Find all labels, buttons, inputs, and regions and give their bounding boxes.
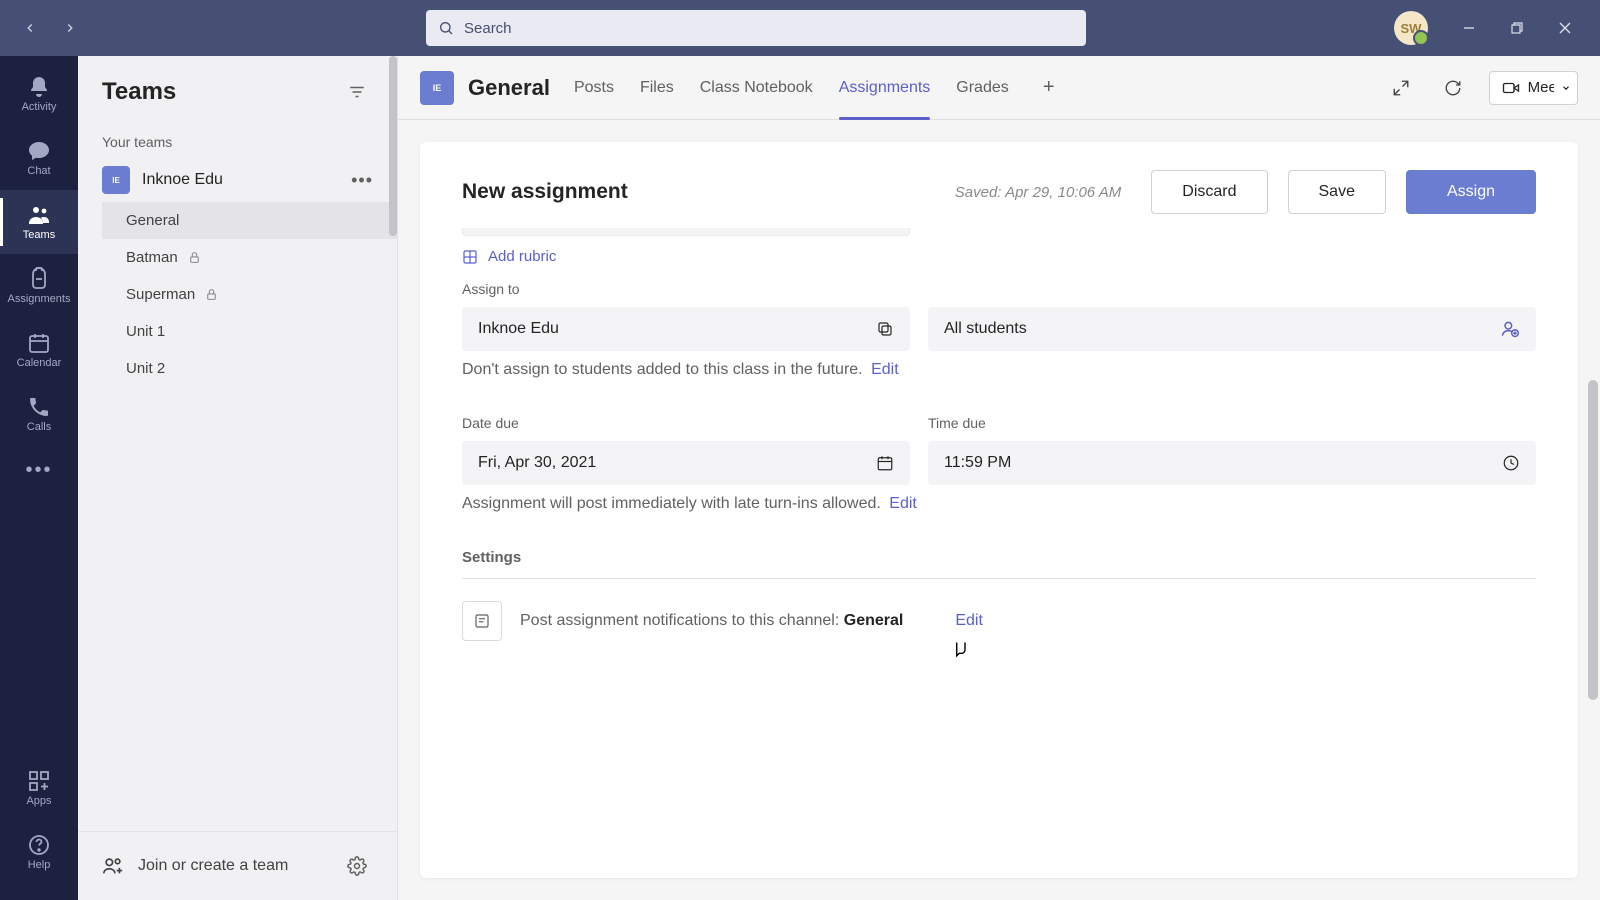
rail-teams[interactable]: Teams — [0, 190, 78, 254]
settings-heading: Settings — [462, 549, 1536, 579]
notification-setting-row: Post assignment notifications to this ch… — [462, 601, 1536, 641]
time-due-label: Time due — [928, 415, 1536, 431]
avatar[interactable]: SW — [1394, 11, 1428, 45]
calendar-icon — [27, 331, 51, 355]
tab-files[interactable]: Files — [640, 56, 674, 119]
people-plus-icon — [102, 855, 124, 877]
minimize-button[interactable] — [1446, 12, 1492, 44]
scrollbar-thumb[interactable] — [389, 56, 397, 236]
filter-icon — [348, 83, 366, 101]
tab-grades[interactable]: Grades — [956, 56, 1008, 119]
channel-unit-2[interactable]: Unit 2 — [102, 350, 397, 387]
group-label: Your teams — [78, 120, 397, 158]
time-due-input[interactable]: 11:59 PM — [928, 441, 1536, 485]
tab-posts[interactable]: Posts — [574, 56, 614, 119]
lock-icon — [205, 288, 218, 301]
help-icon — [27, 833, 51, 857]
phone-icon — [27, 395, 51, 419]
scrollbar-thumb[interactable] — [1588, 380, 1598, 700]
search-placeholder: Search — [464, 20, 512, 37]
chat-icon — [27, 139, 51, 163]
rail-help[interactable]: Help — [0, 820, 78, 884]
lock-icon — [188, 251, 201, 264]
add-tab-button[interactable]: + — [1035, 74, 1063, 102]
edit-notification-link[interactable]: Edit — [955, 612, 983, 630]
class-picker-icon — [876, 320, 894, 338]
post-timing-note: Assignment will post immediately with la… — [462, 495, 1536, 513]
titlebar: Search SW — [0, 0, 1600, 56]
channel-general[interactable]: General — [102, 202, 397, 239]
teams-icon — [27, 203, 51, 227]
apps-icon — [27, 769, 51, 793]
calendar-icon — [876, 454, 894, 472]
backpack-icon — [27, 267, 51, 291]
save-button[interactable]: Save — [1288, 170, 1386, 214]
expand-icon — [1392, 79, 1410, 97]
partial-field — [462, 228, 910, 236]
content-header: IE General Posts Files Class Notebook As… — [398, 56, 1600, 120]
tab-assignments[interactable]: Assignments — [839, 56, 931, 119]
channel-title: General — [468, 75, 550, 101]
maximize-button[interactable] — [1494, 12, 1540, 44]
tab-class-notebook[interactable]: Class Notebook — [700, 56, 813, 119]
team-row[interactable]: IE Inknoe Edu ••• — [78, 158, 397, 202]
rail-assignments[interactable]: Assignments — [0, 254, 78, 318]
channel-batman[interactable]: Batman — [102, 239, 397, 276]
date-due-label: Date due — [462, 415, 910, 431]
rail-apps[interactable]: Apps — [0, 756, 78, 820]
sidebar-title: Teams — [102, 78, 176, 106]
content-scrollbar[interactable] — [1588, 120, 1598, 880]
students-select[interactable]: All students — [928, 307, 1536, 351]
team-name: Inknoe Edu — [142, 171, 339, 189]
rubric-icon — [462, 249, 478, 265]
future-students-note: Don't assign to students added to this c… — [462, 361, 1536, 379]
channel-avatar-icon: IE — [420, 71, 454, 105]
rail-activity[interactable]: Activity — [0, 62, 78, 126]
rail-more[interactable]: ••• — [0, 446, 78, 494]
discard-button[interactable]: Discard — [1151, 170, 1267, 214]
settings-button[interactable] — [341, 850, 373, 882]
expand-button[interactable] — [1385, 72, 1417, 104]
filter-button[interactable] — [341, 76, 373, 108]
close-button[interactable] — [1542, 12, 1588, 44]
team-more-button[interactable]: ••• — [351, 170, 373, 191]
search-icon — [438, 20, 454, 36]
forward-button[interactable] — [54, 12, 86, 44]
channel-unit-1[interactable]: Unit 1 — [102, 313, 397, 350]
join-create-team-button[interactable]: Join or create a team — [102, 855, 288, 877]
search-input[interactable]: Search — [426, 10, 1086, 46]
saved-timestamp: Saved: Apr 29, 10:06 AM — [955, 184, 1122, 201]
date-due-input[interactable]: Fri, Apr 30, 2021 — [462, 441, 910, 485]
rail-calendar[interactable]: Calendar — [0, 318, 78, 382]
app-rail: Activity Chat Teams Assignments Calendar… — [0, 56, 78, 900]
meet-dropdown-button[interactable] — [1554, 71, 1578, 105]
video-icon — [1502, 79, 1520, 97]
teams-sidebar: Teams Your teams IE Inknoe Edu ••• Gener… — [78, 56, 398, 900]
page-title: New assignment — [462, 180, 935, 204]
rail-calls[interactable]: Calls — [0, 382, 78, 446]
gear-icon — [347, 856, 367, 876]
edit-assign-link[interactable]: Edit — [871, 361, 899, 378]
edit-timing-link[interactable]: Edit — [889, 495, 917, 512]
chevron-down-icon — [1561, 83, 1571, 93]
assign-to-label: Assign to — [462, 281, 1536, 297]
add-rubric-link[interactable]: Add rubric — [462, 248, 1536, 265]
class-select[interactable]: Inknoe Edu — [462, 307, 910, 351]
notify-channel-name: General — [844, 612, 904, 629]
assign-button[interactable]: Assign — [1406, 170, 1536, 214]
content-area: IE General Posts Files Class Notebook As… — [398, 56, 1600, 900]
assignment-card: New assignment Saved: Apr 29, 10:06 AM D… — [420, 142, 1578, 878]
rail-chat[interactable]: Chat — [0, 126, 78, 190]
bell-icon — [27, 75, 51, 99]
clock-icon — [1502, 454, 1520, 472]
channel-superman[interactable]: Superman — [102, 276, 397, 313]
channel-post-icon — [462, 601, 502, 641]
back-button[interactable] — [14, 12, 46, 44]
add-student-icon — [1500, 319, 1520, 339]
reload-icon — [1444, 79, 1462, 97]
reload-button[interactable] — [1437, 72, 1469, 104]
team-avatar-icon: IE — [102, 166, 130, 194]
